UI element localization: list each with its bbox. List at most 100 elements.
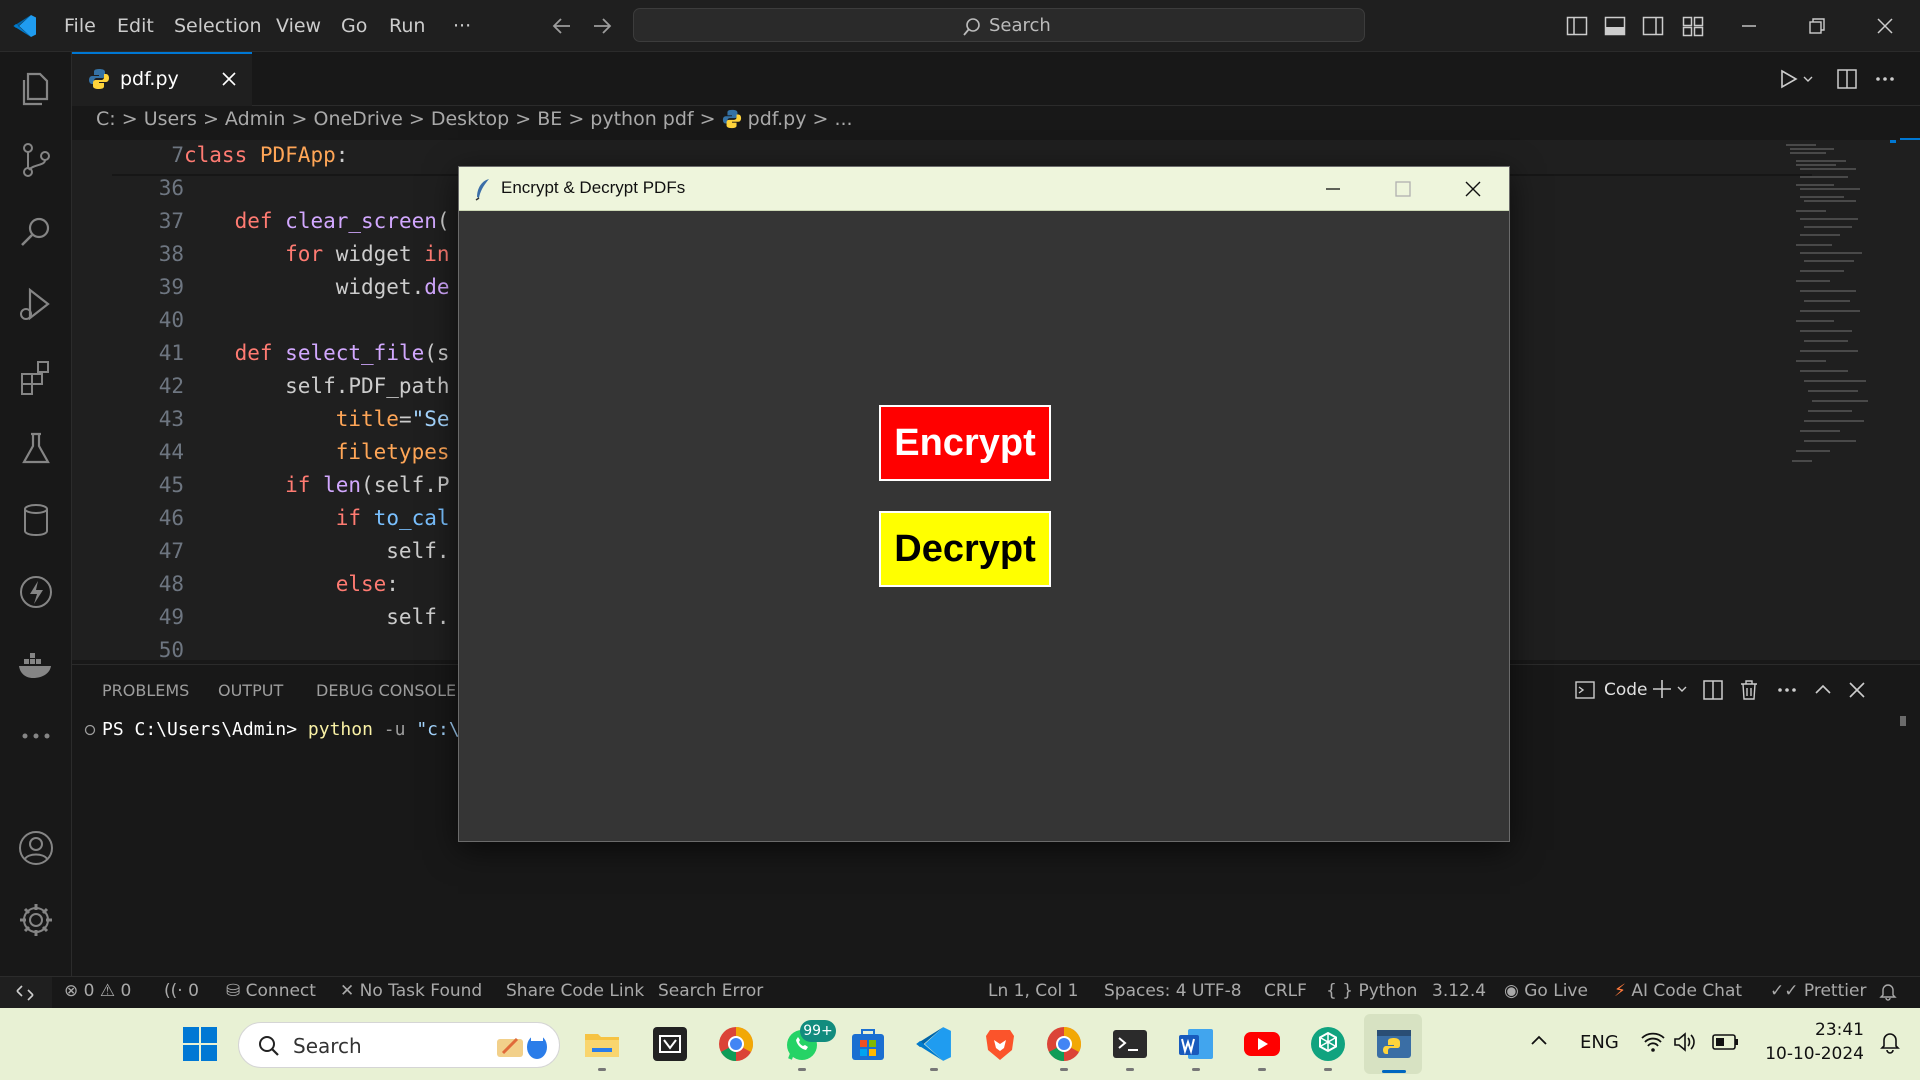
dialog-maximize-icon[interactable] xyxy=(1369,167,1439,211)
run-python-file-icon[interactable] xyxy=(1778,68,1818,90)
explorer-icon[interactable] xyxy=(14,66,58,110)
chrome-icon[interactable] xyxy=(716,1024,756,1064)
tab-pdf-py[interactable]: pdf.py xyxy=(72,52,252,106)
editor-scrollbar-indicator[interactable] xyxy=(1900,138,1920,140)
clock-date[interactable]: 10-10-2024 xyxy=(1764,1044,1864,1064)
vscode-taskbar-icon[interactable] xyxy=(914,1024,954,1064)
panel-tab-debug-console[interactable]: DEBUG CONSOLE xyxy=(316,681,456,700)
menu-view[interactable]: View xyxy=(276,0,321,52)
task-status[interactable]: ✕ No Task Found xyxy=(340,981,482,1001)
split-terminal-icon[interactable] xyxy=(1702,679,1724,701)
terminal-name[interactable]: Code xyxy=(1604,680,1648,700)
settings-gear-icon[interactable] xyxy=(14,898,58,942)
file-explorer-icon[interactable] xyxy=(582,1024,622,1064)
panel-more-actions-icon[interactable] xyxy=(1776,679,1798,701)
cursor-position[interactable]: Ln 1, Col 1 xyxy=(988,981,1079,1001)
command-search-box[interactable]: Search xyxy=(633,8,1365,42)
minimap[interactable] xyxy=(1782,140,1902,520)
volume-icon[interactable] xyxy=(1672,1030,1698,1054)
menu-edit[interactable]: Edit xyxy=(117,0,154,52)
go-live-button[interactable]: ◉ Go Live xyxy=(1504,981,1588,1001)
breadcrumb-desktop[interactable]: Desktop xyxy=(431,108,509,130)
indentation[interactable]: Spaces: 4 xyxy=(1104,981,1187,1001)
terminal-output[interactable]: PS C:\Users\Admin> python -u "c:\ xyxy=(102,719,460,740)
panel-tab-problems[interactable]: PROBLEMS xyxy=(102,681,189,700)
terminal-scrollbar[interactable] xyxy=(1900,716,1906,726)
split-editor-icon[interactable] xyxy=(1836,68,1858,90)
encoding[interactable]: UTF-8 xyxy=(1192,981,1242,1001)
restore-window-icon[interactable] xyxy=(1806,15,1828,37)
tab-close-icon[interactable] xyxy=(220,70,238,88)
kill-terminal-trash-icon[interactable] xyxy=(1738,679,1760,701)
minimize-window-icon[interactable] xyxy=(1738,15,1760,37)
editor-more-actions-icon[interactable] xyxy=(1874,68,1896,90)
app-dark-square-icon[interactable] xyxy=(650,1024,690,1064)
toggle-secondary-sidebar-icon[interactable] xyxy=(1642,15,1664,37)
maximize-panel-chevron-up-icon[interactable] xyxy=(1812,679,1834,701)
lightning-icon[interactable] xyxy=(14,570,58,614)
microsoft-store-icon[interactable] xyxy=(848,1024,888,1064)
youtube-icon[interactable] xyxy=(1242,1024,1282,1064)
source-control-icon[interactable] xyxy=(14,138,58,182)
remote-indicator[interactable] xyxy=(0,977,52,1009)
share-code-link[interactable]: Share Code Link xyxy=(506,981,644,1001)
run-debug-icon[interactable] xyxy=(14,282,58,326)
menu-run[interactable]: Run xyxy=(389,0,425,52)
wifi-icon[interactable] xyxy=(1640,1030,1666,1054)
new-terminal-icon[interactable] xyxy=(1652,678,1692,700)
testing-flask-icon[interactable] xyxy=(14,426,58,470)
breadcrumb-be[interactable]: BE xyxy=(537,108,562,130)
encrypt-button[interactable]: Encrypt xyxy=(879,405,1051,481)
menu-file[interactable]: File xyxy=(64,0,96,52)
terminal-app-icon[interactable] xyxy=(1110,1024,1150,1064)
dialog-title-bar[interactable]: Encrypt & Decrypt PDFs xyxy=(459,167,1509,211)
problems-status[interactable]: ⊗ 0 ⚠ 0 xyxy=(64,981,131,1001)
language-mode[interactable]: { } Python xyxy=(1326,981,1417,1001)
database-icon[interactable] xyxy=(14,498,58,542)
chatgpt-icon[interactable] xyxy=(1308,1024,1348,1064)
toggle-primary-sidebar-icon[interactable] xyxy=(1566,15,1588,37)
menu-go[interactable]: Go xyxy=(341,0,367,52)
brave-browser-icon[interactable] xyxy=(980,1024,1020,1064)
notification-bell-icon[interactable] xyxy=(1878,1030,1902,1054)
python-app-icon[interactable] xyxy=(1374,1024,1414,1064)
chrome-second-icon[interactable] xyxy=(1044,1024,1084,1064)
breadcrumb-python-pdf[interactable]: python pdf xyxy=(590,108,693,130)
end-of-line[interactable]: CRLF xyxy=(1264,981,1307,1001)
decrypt-button[interactable]: Decrypt xyxy=(879,511,1051,587)
show-hidden-icons-chevron-icon[interactable] xyxy=(1528,1030,1550,1052)
ports-status[interactable]: ((· 0 xyxy=(164,981,199,1001)
windows-start-icon[interactable] xyxy=(180,1024,220,1064)
close-panel-icon[interactable] xyxy=(1846,679,1868,701)
breadcrumb-symbol[interactable]: ... xyxy=(834,108,852,130)
taskbar-search-box[interactable]: Search xyxy=(238,1022,560,1068)
breadcrumb-users[interactable]: Users xyxy=(144,108,197,130)
toggle-panel-icon[interactable] xyxy=(1604,15,1626,37)
battery-icon[interactable] xyxy=(1712,1032,1740,1052)
dialog-close-icon[interactable] xyxy=(1439,167,1509,211)
back-arrow-icon[interactable] xyxy=(550,14,574,38)
menu-selection[interactable]: Selection xyxy=(174,0,262,52)
panel-tab-output[interactable]: OUTPUT xyxy=(218,681,283,700)
dialog-minimize-icon[interactable] xyxy=(1299,167,1369,211)
extensions-icon[interactable] xyxy=(14,354,58,398)
ai-code-chat-button[interactable]: ⚡ AI Code Chat xyxy=(1614,981,1742,1001)
input-language[interactable]: ENG xyxy=(1580,1032,1619,1053)
connect-status[interactable]: ⛁ Connect xyxy=(226,981,316,1001)
forward-arrow-icon[interactable] xyxy=(590,14,614,38)
customize-layout-icon[interactable] xyxy=(1682,15,1704,37)
breadcrumb-onedrive[interactable]: OneDrive xyxy=(314,108,403,130)
more-views-icon[interactable] xyxy=(14,714,58,758)
clock-time[interactable]: 23:41 xyxy=(1764,1020,1864,1040)
docker-icon[interactable] xyxy=(14,642,58,686)
python-version[interactable]: 3.12.4 xyxy=(1432,981,1486,1001)
search-error-button[interactable]: Search Error xyxy=(658,981,763,1001)
breadcrumb-drive[interactable]: C: xyxy=(96,108,116,130)
accounts-icon[interactable] xyxy=(14,826,58,870)
microsoft-word-icon[interactable] xyxy=(1176,1024,1216,1064)
menu-more[interactable]: ··· xyxy=(453,0,471,52)
search-sidebar-icon[interactable] xyxy=(14,210,58,254)
notifications-bell-icon[interactable] xyxy=(1878,981,1898,1001)
breadcrumb-admin[interactable]: Admin xyxy=(225,108,286,130)
breadcrumb-file[interactable]: pdf.py xyxy=(748,108,807,130)
